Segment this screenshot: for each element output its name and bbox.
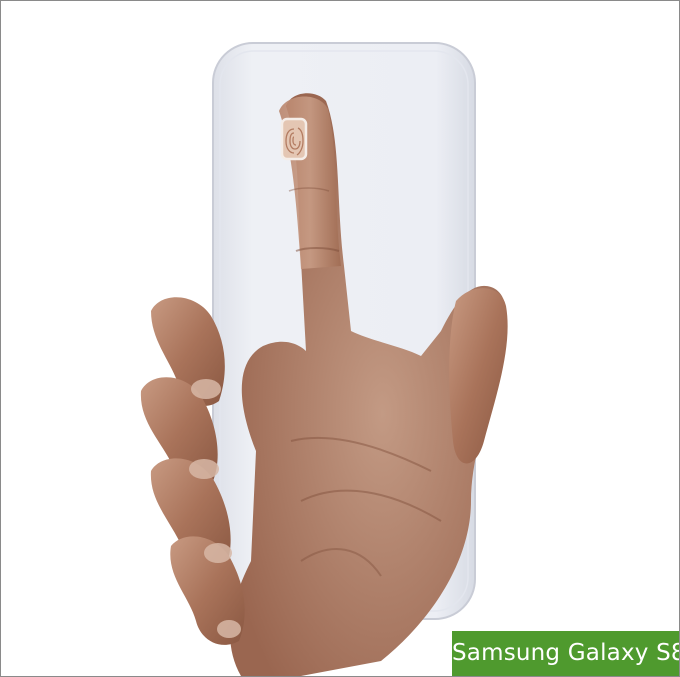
fingerprint-icon	[280, 117, 308, 161]
caption-label: Samsung Galaxy S8	[452, 631, 679, 676]
product-photo	[1, 1, 679, 676]
image-frame: Samsung Galaxy S8	[0, 0, 680, 677]
